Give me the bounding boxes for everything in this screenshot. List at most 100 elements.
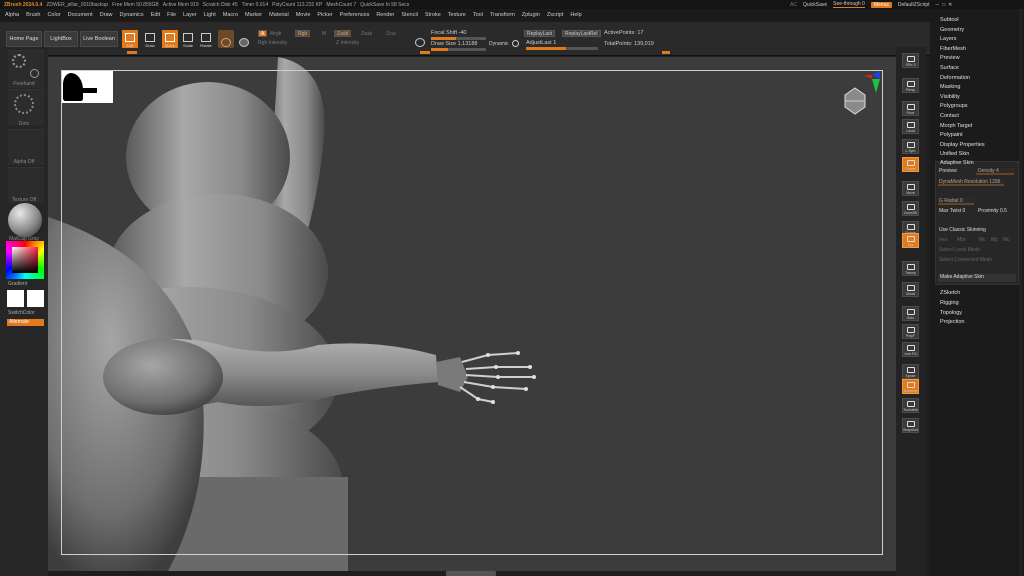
brush-dots-selector[interactable]	[8, 89, 44, 125]
tool-draw-button[interactable]: Draw	[142, 30, 158, 48]
mc2-toggle[interactable]: Mc	[1003, 237, 1010, 243]
shelf-frame-button[interactable]: Frame	[902, 157, 919, 172]
maximize-icon[interactable]: □	[942, 2, 945, 8]
secondary-color-swatch[interactable]	[27, 290, 44, 307]
shelf-dynamic-button[interactable]: Dynamic	[902, 379, 919, 394]
close-icon[interactable]: ✕	[948, 2, 952, 8]
menu-tool[interactable]: Tool	[473, 12, 483, 18]
menu-brush[interactable]: Brush	[26, 12, 40, 18]
zoom-icon[interactable]	[509, 30, 521, 48]
zsub-toggle[interactable]: Zsub	[361, 31, 372, 37]
palette-topology[interactable]: Topology	[940, 310, 962, 316]
minimize-icon[interactable]: ─	[936, 2, 940, 8]
shelf-persp-button[interactable]: Persp	[902, 78, 919, 93]
menu-dynamics[interactable]: Dynamics	[120, 12, 144, 18]
palette-zsketch[interactable]: ZSketch	[940, 290, 960, 296]
palette-deformation[interactable]: Deformation	[940, 75, 970, 81]
main-color-swatch[interactable]	[7, 290, 24, 307]
shelf-transp-button[interactable]: Transp	[902, 261, 919, 276]
focal-shift-slider[interactable]: Focal Shift -40	[431, 30, 466, 36]
z-intensity-slider[interactable]: Z Intensity	[336, 40, 359, 46]
menu-help[interactable]: Help	[570, 12, 581, 18]
palette-rigging[interactable]: Rigging	[940, 300, 959, 306]
tool-move-button[interactable]: Move	[162, 30, 178, 48]
palette-contact[interactable]: Contact	[940, 113, 959, 119]
palette-subtool[interactable]: Subtool	[940, 17, 959, 23]
menu-color[interactable]: Color	[47, 12, 60, 18]
color-picker[interactable]	[6, 241, 44, 279]
dynamesh-resolution-track[interactable]	[938, 179, 1004, 186]
palette-polypaint[interactable]: Polypaint	[940, 132, 963, 138]
shelf-xpose-button[interactable]: Xpose	[902, 364, 919, 379]
mp-toggle[interactable]: Mp	[991, 237, 998, 243]
palette-visibility[interactable]: Visibility	[940, 94, 960, 100]
menu-document[interactable]: Document	[68, 12, 93, 18]
make-adaptive-skin-button[interactable]: Make Adaptive Skin	[938, 274, 1016, 282]
density-track[interactable]	[976, 168, 1014, 175]
menu-picker[interactable]: Picker	[317, 12, 332, 18]
menu-preferences[interactable]: Preferences	[340, 12, 370, 18]
select-connected-mesh-button[interactable]: Select Connected Mesh	[939, 257, 992, 263]
menu-stroke[interactable]: Stroke	[425, 12, 441, 18]
shelf-zoom3d-button[interactable]: Zoom3D	[902, 201, 919, 216]
see-through-slider[interactable]: See-through 0	[833, 1, 865, 8]
ires-toggle[interactable]: Ires	[939, 237, 947, 243]
shelf-xyz-button[interactable]: Xyz	[902, 233, 919, 248]
sculpt-canvas[interactable]	[48, 57, 896, 571]
tool-scale-button[interactable]: Scale	[180, 30, 196, 48]
palette-fibermesh[interactable]: FiberMesh	[940, 46, 966, 52]
brush-icon[interactable]	[218, 30, 234, 48]
g-radial-track[interactable]	[938, 198, 974, 205]
material-sphere[interactable]	[8, 203, 42, 237]
replay-last-button[interactable]: ReplayLast	[524, 30, 556, 37]
palette-geometry[interactable]: Geometry	[940, 27, 964, 33]
max-twist-slider[interactable]: Max Twist 0	[939, 208, 965, 214]
menu-zplugin[interactable]: Zplugin	[522, 12, 540, 18]
navigation-thumbnail[interactable]	[61, 71, 113, 103]
menu-draw[interactable]: Draw	[100, 12, 113, 18]
color-picker-square[interactable]	[12, 247, 38, 273]
palette-morph-target[interactable]: Morph Target	[940, 123, 972, 129]
stroke-icon[interactable]	[236, 30, 252, 48]
shelf-floor-button[interactable]: Floor	[902, 101, 919, 116]
mode-a-button[interactable]: A	[258, 30, 268, 37]
menu-file[interactable]: File	[167, 12, 176, 18]
palette-projection[interactable]: Projection	[940, 319, 964, 325]
palette-display-properties[interactable]: Display Properties	[940, 142, 985, 148]
shelf-snapshot-button[interactable]: Snapshot	[902, 418, 919, 433]
palette-unified-skin[interactable]: Unified Skin	[940, 151, 969, 157]
shelf-turntable-button[interactable]: Turntable	[902, 398, 919, 413]
default-zscript-button[interactable]: DefaultZScript	[898, 2, 930, 8]
select-local-mesh-button[interactable]: Select Local Mesh	[939, 247, 980, 253]
palette-scrollbar[interactable]	[1019, 9, 1022, 576]
document-viewport[interactable]	[48, 57, 896, 571]
menu-material[interactable]: Material	[269, 12, 289, 18]
adjust-last-track[interactable]	[526, 47, 598, 50]
menu-transform[interactable]: Transform	[490, 12, 515, 18]
menu-light[interactable]: Light	[204, 12, 216, 18]
use-classic-skinning-toggle[interactable]: Use Classic Skinning	[939, 227, 986, 233]
palette-polygroups[interactable]: Polygroups	[940, 103, 968, 109]
tool-edit-button[interactable]: Edit	[122, 30, 138, 48]
menu-edit[interactable]: Edit	[151, 12, 160, 18]
mbr-toggle[interactable]: Mbr	[957, 237, 966, 243]
palette-adaptive-skin[interactable]: Adaptive Skin	[940, 160, 974, 166]
shelf-polyf-button[interactable]: PolyF	[902, 324, 919, 339]
quicksave-button[interactable]: QuickSave	[803, 2, 827, 8]
zcut-toggle[interactable]: Zcut	[386, 31, 396, 37]
alternate-button[interactable]: Alternate	[7, 319, 44, 326]
rgb-toggle[interactable]: Rgb	[295, 30, 311, 37]
menu-macro[interactable]: Macro	[223, 12, 238, 18]
zadd-toggle[interactable]: Zadd	[334, 30, 352, 37]
adjust-last-slider[interactable]: AdjustLast 1	[526, 40, 556, 46]
mc-toggle[interactable]: Mc	[979, 237, 986, 243]
focal-shift-track[interactable]	[431, 37, 486, 40]
tool-rotate-button[interactable]: Rotate	[198, 30, 214, 48]
draw-size-slider[interactable]: Draw Size 1.13188	[431, 41, 477, 47]
dynamic-toggle[interactable]: Dynamic	[489, 41, 508, 47]
menu-zscript[interactable]: Zscript	[547, 12, 564, 18]
mrgb-toggle[interactable]: Mrgb	[270, 31, 281, 37]
proximity-slider[interactable]: Proximity 0.5	[978, 208, 1007, 214]
palette-surface[interactable]: Surface	[940, 65, 959, 71]
shelf-solo-button[interactable]: Solo	[902, 306, 919, 321]
